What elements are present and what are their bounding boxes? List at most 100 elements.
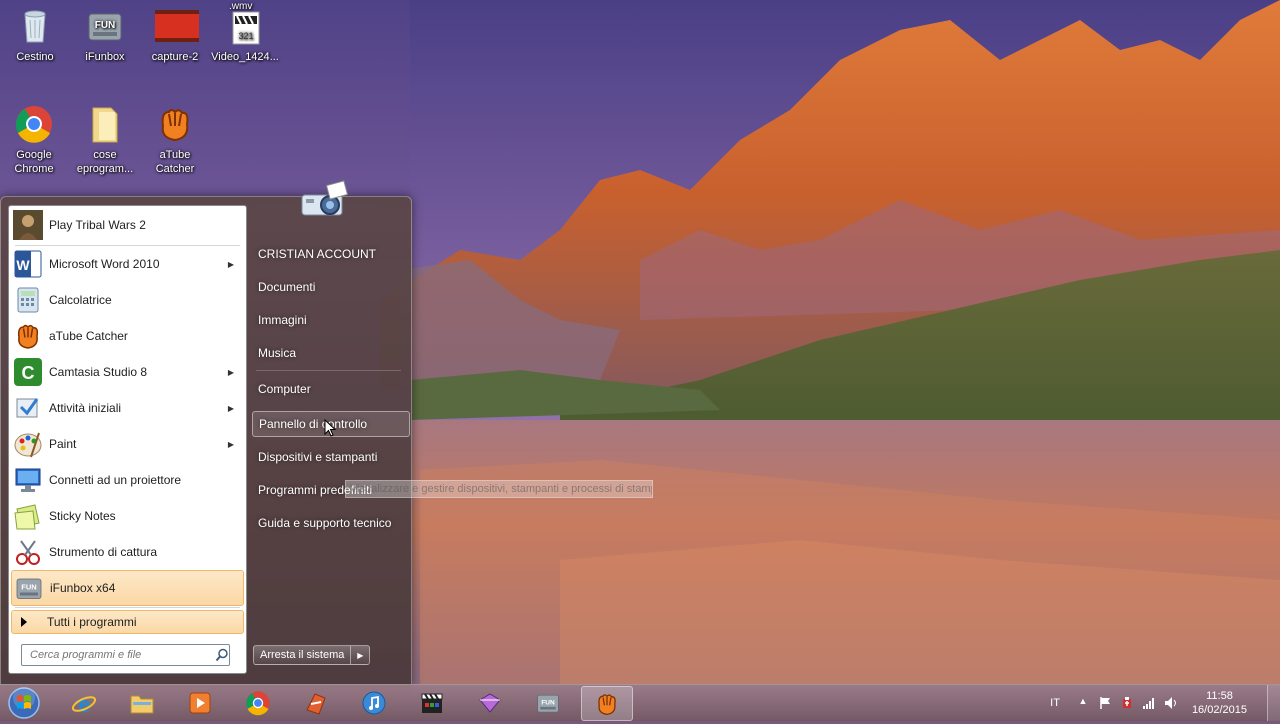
submenu-arrow-icon: ▶ [227, 403, 234, 413]
desktop-icon-video[interactable]: 321 .wmv Video_1424... [211, 1, 279, 64]
tray-chevron-icon[interactable]: ▲ [1076, 696, 1090, 710]
desktop-icon-capture-2[interactable]: capture-2 [141, 6, 209, 64]
submenu-arrow-icon: ▶ [227, 439, 234, 449]
vpn-icon [477, 690, 503, 716]
network-signal-icon[interactable] [1142, 696, 1156, 710]
expand-arrow-icon [21, 617, 27, 627]
word-icon: W [13, 249, 43, 279]
taskbar-atube[interactable] [581, 686, 633, 721]
program-item-word[interactable]: W Microsoft Word 2010 ▶ [11, 247, 242, 281]
desktop-icon-cestino[interactable]: Cestino [1, 6, 69, 64]
ifunbox-icon: FUN [14, 573, 44, 603]
program-item-attivita-iniziali[interactable]: Attività iniziali ▶ [11, 391, 242, 425]
program-label: Strumento di cattura [49, 545, 158, 559]
ifunbox-icon: FUN [85, 6, 125, 46]
start-search-box[interactable] [21, 644, 230, 666]
program-label: Attività iniziali [49, 401, 122, 415]
video-file-icon [155, 6, 199, 46]
program-item-calcolatrice[interactable]: Calcolatrice [11, 283, 242, 317]
taskbar-app[interactable] [291, 686, 341, 719]
file-extension-badge: .wmv [229, 1, 253, 12]
wmv-file-icon: 321 .wmv [225, 1, 265, 46]
search-input[interactable] [28, 648, 212, 662]
taskbar-clapper[interactable] [407, 686, 457, 719]
ifunbox-icon: FUN [535, 690, 561, 716]
recycle-bin-icon [15, 6, 55, 46]
taskbar-vpn[interactable] [465, 686, 515, 719]
program-label: Paint [49, 437, 77, 451]
musica-link[interactable]: Musica [252, 341, 408, 365]
svg-text:FUN: FUN [95, 20, 116, 31]
chrome-icon [245, 690, 271, 716]
desktop-icon-chrome[interactable]: Google Chrome [0, 104, 68, 176]
program-item-tribal-wars[interactable]: Play Tribal Wars 2 [11, 208, 242, 242]
program-item-sticky-notes[interactable]: Sticky Notes [11, 499, 242, 533]
program-item-proiettore[interactable]: Connetti ad un proiettore [11, 463, 242, 497]
dispositivi-stampanti-link[interactable]: Dispositivi e stampanti [252, 445, 408, 469]
taskbar-ifunbox[interactable]: FUN [523, 686, 573, 719]
places-pane: CRISTIAN ACCOUNT Documenti Immagini Musi… [248, 180, 410, 685]
volume-icon[interactable] [1164, 696, 1178, 710]
chrome-icon [14, 104, 54, 144]
atube-catcher-icon [594, 691, 620, 717]
program-item-ifunbox[interactable]: FUN iFunbox x64 [11, 570, 244, 606]
taskbar-itunes[interactable] [349, 686, 399, 719]
all-programs-label: Tutti i programmi [47, 615, 137, 629]
program-label: Camtasia Studio 8 [49, 365, 148, 379]
start-menu: Play Tribal Wars 2 W Microsoft Word 2010… [0, 180, 412, 686]
folder-icon [85, 104, 125, 144]
user-account-link[interactable]: CRISTIAN ACCOUNT [252, 242, 408, 266]
user-picture-icon [298, 179, 358, 229]
taskbar: e FUN IT ▲ 11:58 16/02/2015 [0, 684, 1280, 721]
divider [256, 370, 401, 371]
taskbar-media-player[interactable] [175, 686, 225, 719]
svg-text:FUN: FUN [541, 699, 555, 706]
desktop-icon-label: aTube Catcher [155, 149, 195, 175]
tribal-wars-icon [13, 210, 43, 240]
taskbar-explorer[interactable] [117, 686, 167, 719]
documenti-link[interactable]: Documenti [252, 275, 408, 299]
mouse-cursor-icon [324, 419, 336, 437]
taskbar-chrome[interactable] [233, 686, 283, 719]
clock[interactable]: 11:58 16/02/2015 [1192, 689, 1247, 717]
program-item-camtasia[interactable]: C Camtasia Studio 8 ▶ [11, 355, 242, 389]
taskbar-internet-explorer[interactable]: e [59, 686, 109, 719]
action-center-flag-icon[interactable] [1098, 696, 1112, 710]
show-desktop-button[interactable] [1267, 685, 1280, 721]
programs-pane: Play Tribal Wars 2 W Microsoft Word 2010… [8, 205, 247, 674]
media-player-icon [187, 690, 213, 716]
security-icon[interactable] [1120, 696, 1134, 710]
desktop-icon-ifunbox[interactable]: FUN iFunbox [71, 6, 139, 64]
divider [15, 607, 240, 608]
program-label: Microsoft Word 2010 [49, 257, 160, 271]
desktop-icon-label: Google Chrome [14, 149, 54, 175]
language-indicator[interactable]: IT [1050, 697, 1060, 709]
camtasia-icon: C [13, 357, 43, 387]
calculator-icon [13, 285, 43, 315]
desktop-icon-atube[interactable]: aTube Catcher [141, 104, 209, 176]
desktop-icon-label: Video_1424... [211, 51, 279, 63]
program-label: Connetti ad un proiettore [49, 473, 182, 487]
sticky-notes-icon [13, 501, 43, 531]
atube-catcher-icon [13, 321, 43, 351]
shutdown-options-button[interactable]: ▶ [351, 645, 371, 665]
program-label: Sticky Notes [49, 509, 116, 523]
search-icon [215, 648, 228, 662]
clock-time: 11:58 [1206, 690, 1233, 702]
guida-supporto-link[interactable]: Guida e supporto tecnico [252, 511, 408, 535]
system-tray: IT ▲ 11:58 16/02/2015 [1050, 685, 1280, 721]
program-label: Calcolatrice [49, 293, 112, 307]
start-button[interactable] [2, 685, 44, 721]
shutdown-button[interactable]: Arresta il sistema [253, 645, 352, 665]
immagini-link[interactable]: Immagini [252, 308, 408, 332]
svg-text:FUN: FUN [21, 583, 36, 592]
program-item-atube[interactable]: aTube Catcher [11, 319, 242, 353]
desktop-icon-folder[interactable]: cose eprogram... [71, 104, 139, 176]
program-item-paint[interactable]: Paint ▶ [11, 427, 242, 461]
program-item-strumento-cattura[interactable]: Strumento di cattura [11, 535, 242, 569]
clapper-icon [419, 690, 445, 716]
computer-link[interactable]: Computer [252, 377, 408, 401]
submenu-arrow-icon: ▶ [227, 259, 234, 269]
tooltip: Visualizzare e gestire dispositivi, stam… [345, 480, 653, 498]
all-programs-button[interactable]: Tutti i programmi [11, 610, 244, 634]
